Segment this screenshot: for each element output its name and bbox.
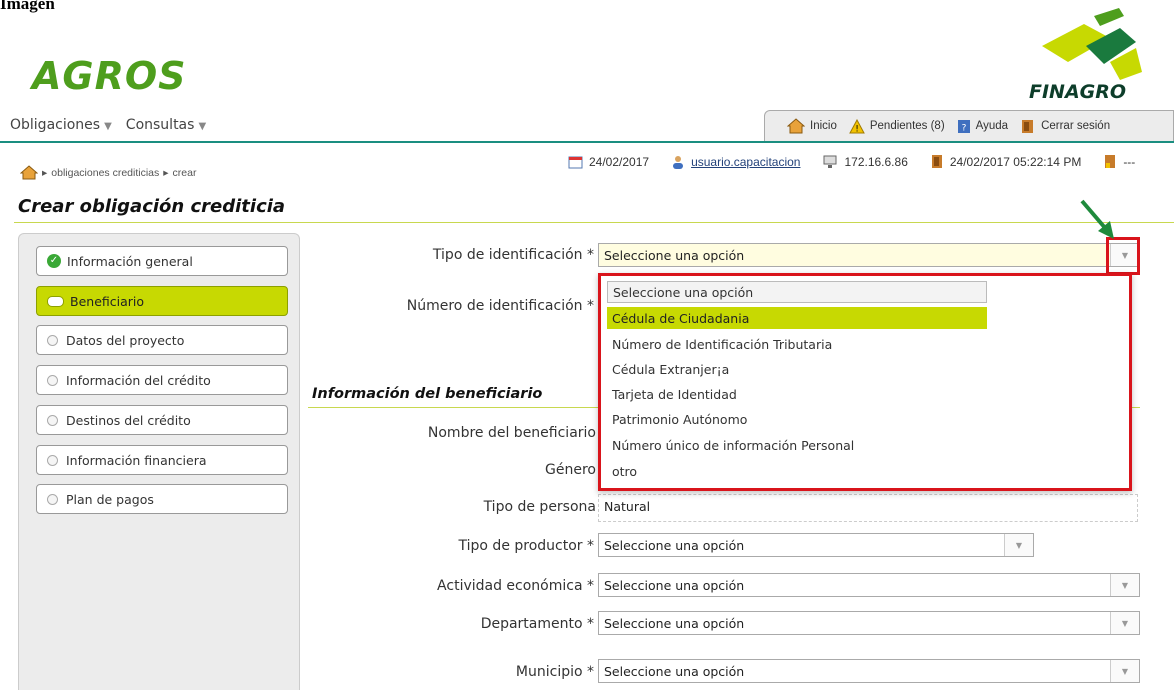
tipo-persona-field: Natural [598,494,1138,522]
breadcrumb-item: crear [172,166,197,179]
sidebar-item-beneficiario[interactable]: Beneficiario [36,286,288,316]
calendar-icon [568,156,583,168]
radio-icon [47,374,58,386]
label-actividad-economica: Actividad económica * [437,578,594,594]
label-tipo-productor: Tipo de productor * [458,538,594,554]
label-numero-identificacion: Número de identificación * [406,298,594,314]
label-municipio: Municipio * [515,664,594,680]
status-ip: 172.16.6.86 [844,154,908,169]
section-title-beneficiario: Información del beneficiario [312,386,543,402]
tipo-identificacion-dropdown-list: Seleccione una opción Cédula de Ciudadan… [598,273,1132,491]
sidebar-item-datos-proyecto[interactable]: Datos del proyecto [36,325,288,355]
radio-icon [47,334,58,346]
header-divider [0,141,1174,143]
caret-down-icon: ▼ [104,121,112,132]
menu-consultas[interactable]: Consultas ▼ [126,117,206,133]
warning-icon: ! [849,118,865,134]
sidebar-item-informacion-credito[interactable]: Información del crédito [36,365,288,395]
network-icon [823,155,837,168]
dropdown-option[interactable]: Número único de información Personal [607,434,987,456]
menu-obligaciones[interactable]: Obligaciones ▼ [10,117,112,133]
sidebar-item-destinos-credito[interactable]: Destinos del crédito [36,405,288,435]
select-tipo-identificacion[interactable]: Seleccione una opción ▼ [598,243,1140,267]
dropdown-option[interactable]: Cédula Extranjer¡a [607,358,987,380]
arrow-highlight-box [1106,237,1140,275]
breadcrumb-item[interactable]: obligaciones crediticias [51,167,159,179]
toolbar-pendientes[interactable]: ! Pendientes (8) [849,118,945,134]
green-pointer-arrow-icon [1080,199,1114,239]
chevron-right-icon: ▸ [163,166,169,179]
status-user-link[interactable]: usuario.capacitacion [691,155,800,169]
radio-icon [47,454,58,466]
status-datetime: 24/02/2017 05:22:14 PM [949,154,1082,169]
label-tipo-persona: Tipo de persona [483,499,596,515]
radio-icon [47,493,58,505]
main-menu: Obligaciones ▼ Consultas ▼ [10,117,206,133]
check-circle-icon: ✓ [47,254,61,268]
document-heading: Imagen [0,0,55,13]
top-toolbar: Inicio ! Pendientes (8) ? Ayuda Cerrar s… [764,110,1174,141]
dropdown-arrow-icon[interactable]: ▼ [1110,612,1139,634]
sidebar-item-informacion-financiera[interactable]: Información financiera [36,445,288,475]
radio-icon [47,414,58,426]
steps-sidebar: ✓ Información general Beneficiario Datos… [18,233,300,690]
active-step-icon [47,295,64,307]
agros-logo: AGROS [32,54,187,98]
title-divider [14,222,1174,223]
sidebar-item-informacion-general[interactable]: ✓ Información general [36,246,288,276]
door-exit-icon [1105,155,1116,168]
home-icon[interactable] [20,165,38,180]
label-departamento: Departamento * [480,616,594,632]
dropdown-option[interactable]: Seleccione una opción [607,281,987,303]
status-date: 24/02/2017 [589,154,650,169]
help-icon: ? [957,119,970,133]
logout-icon [1022,119,1034,133]
select-departamento[interactable]: Seleccione una opción ▼ [598,611,1140,635]
label-tipo-identificacion: Tipo de identificación * [432,247,594,263]
page-title: Crear obligación crediticia [18,196,286,217]
dropdown-option[interactable]: Número de Identificación Tributaria [607,333,987,355]
breadcrumb: ▸ obligaciones crediticias ▸ crear [20,165,196,180]
door-icon [931,155,942,168]
dropdown-arrow-icon[interactable]: ▼ [1110,574,1139,596]
toolbar-cerrar-sesion[interactable]: Cerrar sesión [1020,119,1110,134]
select-municipio[interactable]: Seleccione una opción ▼ [598,659,1140,683]
toolbar-ayuda[interactable]: ? Ayuda [957,119,1008,134]
chevron-right-icon: ▸ [42,166,48,179]
dropdown-option[interactable]: otro [607,460,987,482]
svg-text:!: ! [855,124,859,134]
user-icon [673,155,684,169]
dropdown-arrow-icon[interactable]: ▼ [1110,660,1139,682]
dropdown-option[interactable]: Tarjeta de Identidad [607,383,987,405]
svg-text:?: ? [961,123,966,133]
status-bar: 24/02/2017 usuario.capacitacion 172.16.6… [568,154,1135,169]
dropdown-arrow-icon[interactable]: ▼ [1004,534,1033,556]
finagro-logo-text: FINAGRO [1029,81,1127,103]
dropdown-option[interactable]: Patrimonio Autónomo [607,408,987,430]
label-genero: Género [545,462,596,478]
caret-down-icon: ▼ [198,121,207,132]
toolbar-inicio[interactable]: Inicio [787,118,837,134]
status-extra: --- [1123,154,1136,169]
select-tipo-productor[interactable]: Seleccione una opción ▼ [598,533,1034,557]
sidebar-item-plan-pagos[interactable]: Plan de pagos [36,484,288,514]
home-icon [787,118,805,134]
label-nombre-beneficiario: Nombre del beneficiario [427,425,596,441]
dropdown-option[interactable]: Cédula de Ciudadania [607,307,987,329]
select-actividad-economica[interactable]: Seleccione una opción ▼ [598,573,1140,597]
